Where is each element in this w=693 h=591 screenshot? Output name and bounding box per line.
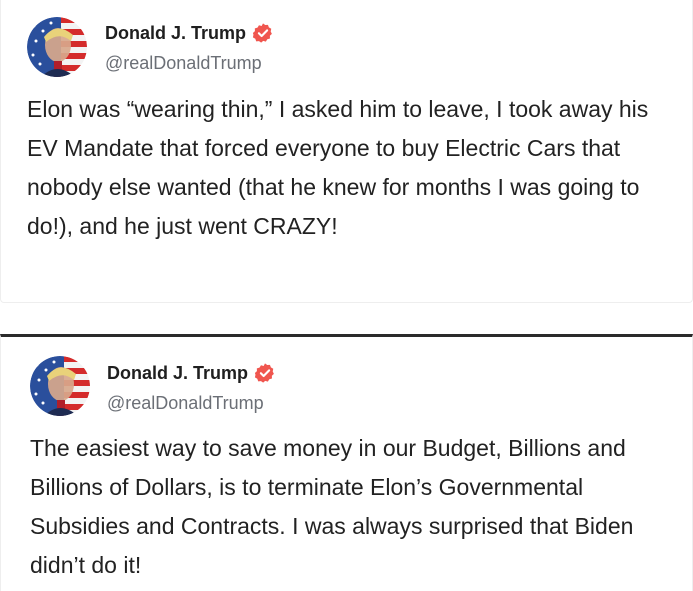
posts-page: Donald J. Trump @realDonaldTrump Elon wa… bbox=[0, 0, 693, 591]
post-body-text: The easiest way to save money in our Bud… bbox=[30, 435, 634, 578]
author-display-name[interactable]: Donald J. Trump bbox=[105, 23, 246, 44]
author-handle[interactable]: @realDonaldTrump bbox=[107, 393, 264, 414]
author-handle[interactable]: @realDonaldTrump bbox=[105, 53, 262, 74]
post-card[interactable]: Donald J. Trump @realDonaldTrump Elon wa… bbox=[0, 0, 693, 303]
verified-badge-icon bbox=[254, 363, 274, 383]
post-card[interactable]: Donald J. Trump @realDonaldTrump The eas… bbox=[0, 334, 693, 591]
flag-portrait-avatar[interactable] bbox=[30, 356, 90, 416]
flag-portrait-avatar[interactable] bbox=[27, 17, 87, 77]
author-name-row: Donald J. Trump bbox=[107, 360, 276, 386]
post-body-text: Elon was “wearing thin,” I asked him to … bbox=[27, 96, 649, 239]
author-name-row: Donald J. Trump bbox=[105, 20, 274, 46]
author-display-name[interactable]: Donald J. Trump bbox=[107, 363, 248, 384]
verified-badge-icon bbox=[252, 23, 272, 43]
